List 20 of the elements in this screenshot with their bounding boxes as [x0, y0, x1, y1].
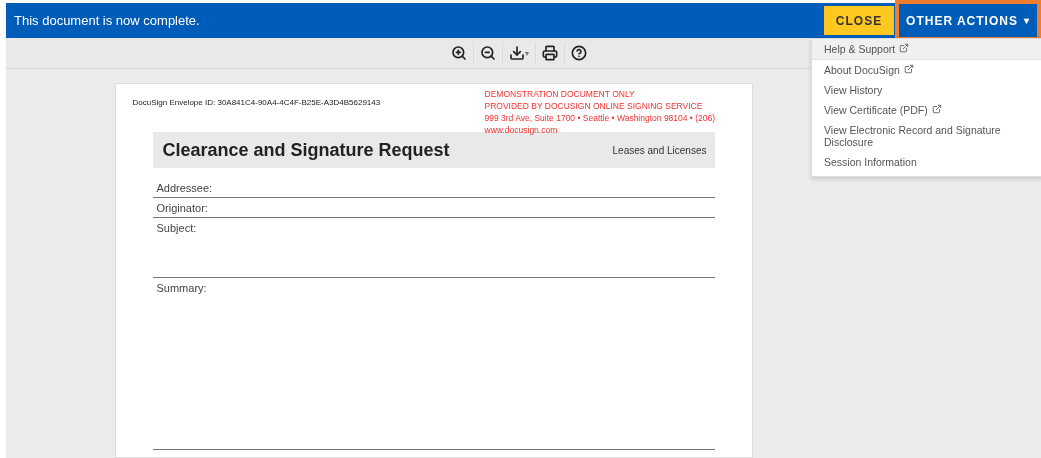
demo-notice-line: PROVIDED BY DOCUSIGN ONLINE SIGNING SERVICE: [484, 100, 704, 112]
menu-item[interactable]: Help & Support: [812, 39, 1041, 60]
completion-message: This document is now complete.: [14, 13, 201, 28]
envelope-id: DocuSign Envelope ID: 30A841C4-90A4-4C4F-B25E-A3D4B5629143: [132, 98, 381, 109]
field-label: Originator:: [156, 202, 208, 214]
field-label: Summary:: [156, 282, 207, 294]
help-icon: [570, 45, 587, 61]
field-label: Addressee:: [156, 182, 213, 194]
document-subtitle: Leases and Licenses: [612, 144, 707, 156]
zoom-in-icon: [450, 45, 467, 61]
demo-notice-line: DEMONSTRATION DOCUMENT ONLY: [484, 88, 636, 100]
document-title: Clearance and Signature Request: [162, 139, 450, 161]
demo-notice-line: 999 3rd Ave, Suite 1700 • Seattle • Washington 98104 • (206): [484, 112, 715, 124]
close-button[interactable]: CLOSE: [824, 6, 894, 35]
download-button[interactable]: ▾: [502, 42, 536, 64]
printer-icon: [541, 45, 558, 61]
zoom-out-icon: [479, 45, 496, 61]
demo-notice-line: www.docusign.com: [484, 124, 559, 136]
download-icon: [508, 45, 525, 61]
field-label: Subject:: [156, 222, 197, 234]
